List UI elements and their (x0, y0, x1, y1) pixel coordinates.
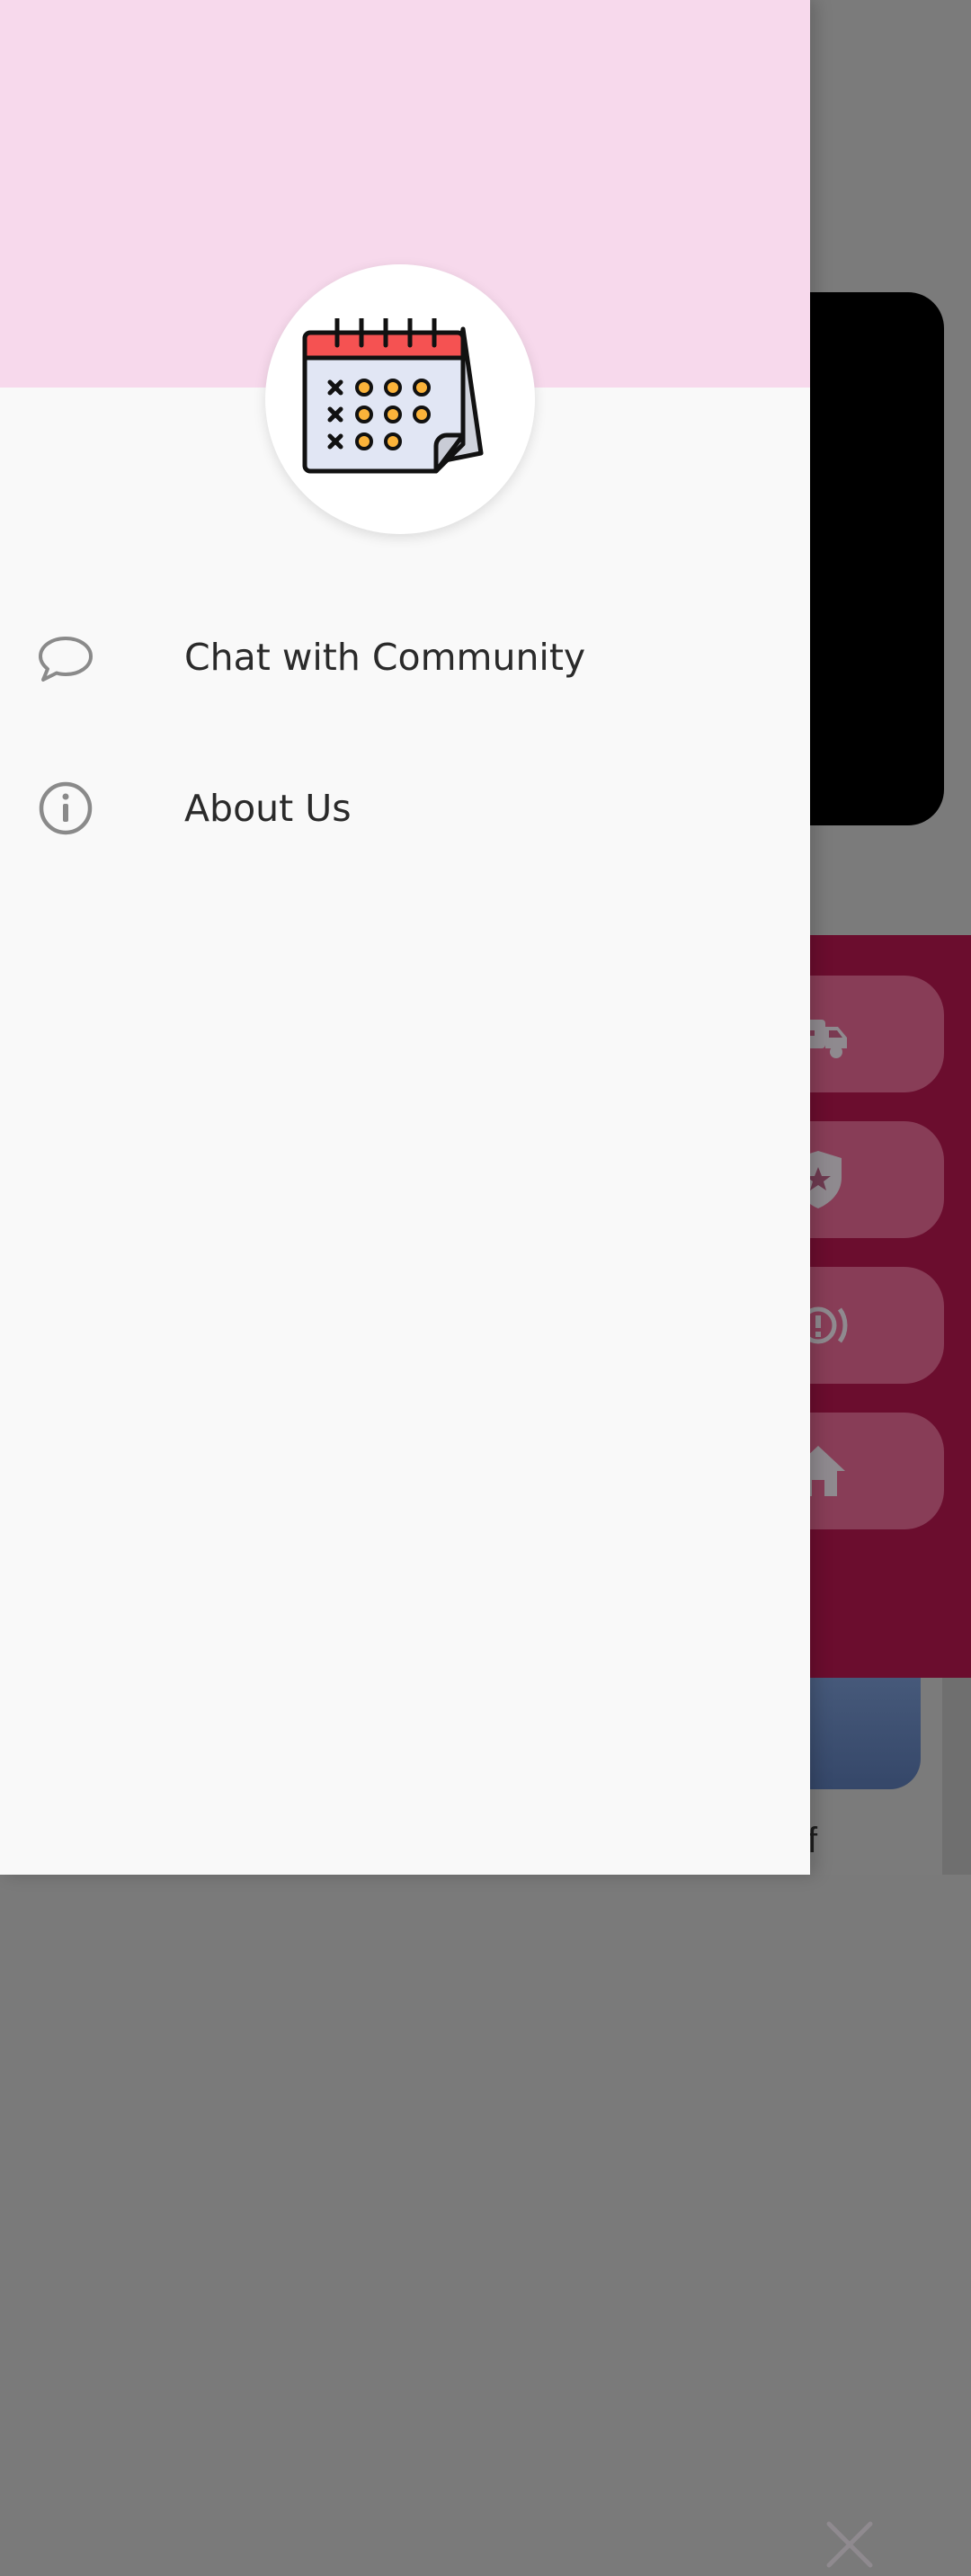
chat-bubble-icon (39, 637, 93, 682)
menu-item-about-us[interactable]: About Us (0, 741, 810, 876)
menu-item-label: Chat with Community (184, 636, 586, 679)
close-icon[interactable] (818, 2513, 881, 2576)
app-logo (265, 264, 535, 534)
background-strip (942, 1678, 971, 1875)
menu-item-chat-with-community[interactable]: Chat with Community (0, 590, 810, 725)
info-icon (39, 781, 93, 835)
menu-item-label: About Us (184, 787, 352, 830)
calendar-icon (302, 318, 484, 474)
navigation-drawer: Chat with Community About Us (0, 0, 810, 1875)
